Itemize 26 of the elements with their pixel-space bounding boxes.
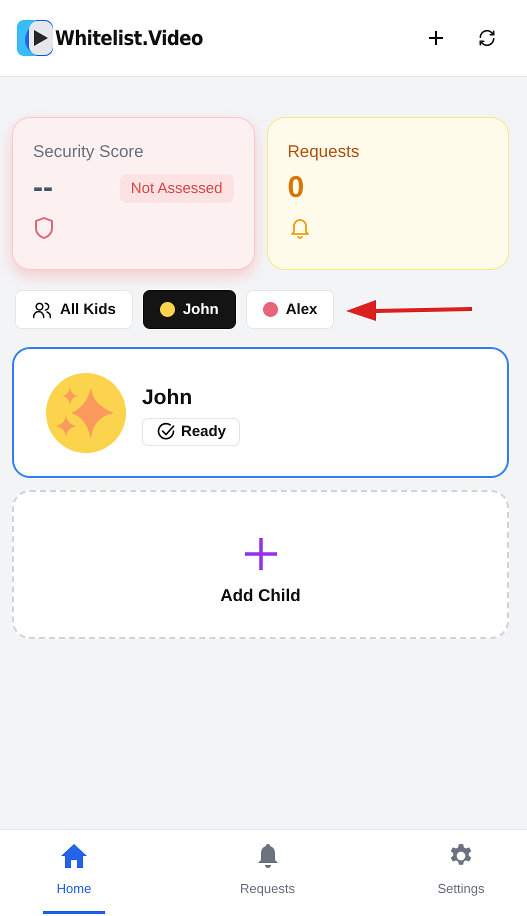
filter-chip[interactable]: John: [142, 290, 236, 329]
nav-tab[interactable]: Requests: [236, 830, 298, 916]
shield-icon: [33, 216, 55, 240]
bell-icon: [256, 843, 278, 869]
status-label: Ready: [181, 423, 226, 440]
avatar-sparkles-icon: [46, 372, 126, 452]
nav-tab[interactable]: Settings: [430, 830, 492, 916]
card-title: Requests: [288, 142, 360, 162]
refresh-icon[interactable]: [477, 28, 497, 48]
child-name: John: [142, 386, 192, 410]
brand-name: Whitelist.Video: [55, 26, 203, 50]
filter-chip[interactable]: All Kids: [15, 290, 133, 329]
plus-icon: [242, 536, 278, 572]
users-icon: [32, 300, 52, 320]
nav-tab[interactable]: Home: [43, 830, 105, 916]
filter-chip[interactable]: Alex: [246, 290, 334, 329]
home-icon: [60, 843, 88, 869]
score-value: --: [33, 171, 53, 205]
card-title: Security Score: [33, 142, 144, 162]
check-circle-icon: [156, 422, 176, 442]
logo-icon: [17, 20, 53, 56]
plus-icon[interactable]: [427, 29, 445, 47]
add-child-button[interactable]: Add Child: [12, 490, 509, 639]
child-card[interactable]: John Ready: [12, 347, 509, 478]
requests-count: 0: [288, 171, 304, 205]
status-badge: Not Assessed: [120, 174, 234, 202]
